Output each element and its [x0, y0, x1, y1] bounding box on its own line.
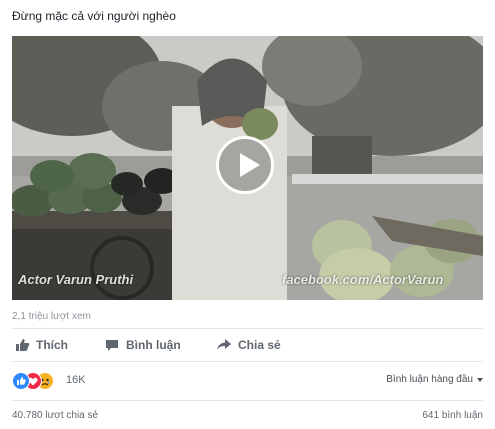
share-button[interactable]: Chia sẻ [216, 334, 281, 356]
like-icon [12, 372, 30, 390]
video-player[interactable]: Actor Varun Pruthi facebook.com/ActorVar… [12, 36, 483, 300]
divider [12, 328, 483, 329]
reaction-icons[interactable] [12, 372, 64, 390]
comment-button[interactable]: Bình luận [104, 334, 181, 356]
share-count[interactable]: 40.780 lượt chia sẻ [12, 410, 98, 421]
share-label: Chia sẻ [238, 338, 281, 352]
comment-icon [104, 337, 120, 353]
reaction-count[interactable]: 16K [66, 374, 86, 386]
comment-sort-label: Bình luận hàng đầu [386, 374, 473, 385]
action-bar: Thích Bình luận Chia sẻ [12, 334, 483, 356]
comment-label: Bình luận [126, 338, 181, 352]
post-title: Đừng mặc cả với người nghèo [12, 9, 176, 23]
play-button[interactable] [216, 136, 274, 194]
watermark-left: Actor Varun Pruthi [18, 272, 134, 287]
comment-sort-dropdown[interactable]: Bình luận hàng đầu [386, 374, 483, 385]
thumbs-up-icon [14, 337, 30, 353]
reaction-row: 16K Bình luận hàng đầu [12, 370, 483, 390]
watermark-right: facebook.com/ActorVarun [282, 272, 444, 287]
comment-count[interactable]: 641 bình luận [422, 410, 483, 421]
divider [12, 400, 483, 401]
like-label: Thích [36, 338, 68, 352]
view-count: 2,1 triệu lượt xem [12, 311, 91, 322]
chevron-down-icon [477, 377, 483, 382]
like-button[interactable]: Thích [14, 334, 68, 356]
share-icon [216, 337, 232, 353]
divider [12, 361, 483, 362]
play-icon [240, 153, 260, 177]
